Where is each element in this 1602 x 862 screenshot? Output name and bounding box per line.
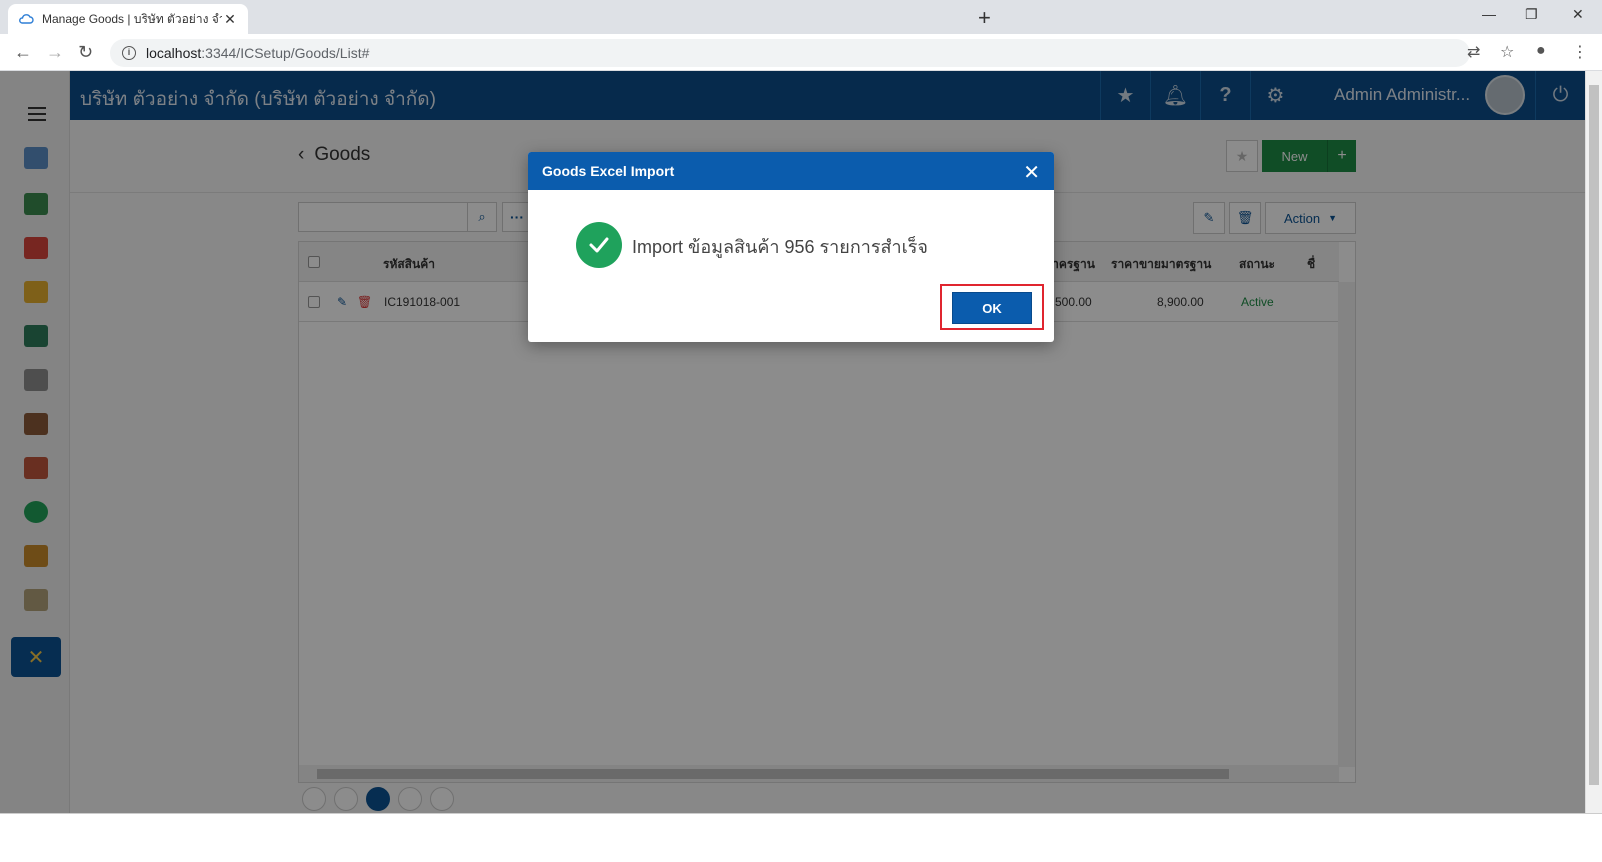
ok-button[interactable]: OK: [952, 292, 1032, 324]
minimize-button[interactable]: —: [1482, 6, 1496, 22]
info-icon[interactable]: i: [122, 46, 136, 60]
forward-arrow-icon[interactable]: →: [46, 42, 64, 63]
url-field[interactable]: i localhost:3344/ICSetup/Goods/List#: [110, 39, 1470, 67]
dialog-header: Goods Excel Import ✕: [528, 152, 1054, 190]
url-path: :3344/ICSetup/Goods/List#: [201, 45, 370, 61]
back-arrow-icon[interactable]: ←: [14, 42, 32, 63]
reload-icon[interactable]: ↻: [78, 42, 93, 63]
address-bar: ← → ↻ i localhost:3344/ICSetup/Goods/Lis…: [0, 34, 1602, 71]
success-check-icon: [576, 222, 622, 268]
profile-icon[interactable]: ●: [1536, 42, 1546, 60]
import-dialog: Goods Excel Import ✕ Import ข้อมูลสินค้า…: [528, 152, 1054, 342]
restore-button[interactable]: ❐: [1525, 6, 1538, 23]
page-vertical-scrollbar[interactable]: [1585, 71, 1602, 813]
dialog-message: Import ข้อมูลสินค้า 956 รายการสำเร็จ: [632, 237, 928, 257]
translate-icon[interactable]: ⇄: [1467, 42, 1480, 62]
tab-close-icon[interactable]: ✕: [222, 11, 238, 28]
tab-title: Manage Goods | บริษัท ตัวอย่าง จำกั: [42, 11, 222, 26]
url-host: localhost: [146, 45, 202, 61]
browser-tab[interactable]: Manage Goods | บริษัท ตัวอย่าง จำกั ✕: [8, 4, 248, 34]
new-tab-button[interactable]: +: [978, 5, 991, 31]
bookmark-star-icon[interactable]: ☆: [1500, 42, 1514, 62]
menu-dots-icon[interactable]: ⋮: [1572, 42, 1588, 62]
dialog-close-icon[interactable]: ✕: [1023, 160, 1040, 185]
bottom-area: [0, 813, 1602, 862]
window-close-button[interactable]: ✕: [1572, 6, 1584, 23]
cloud-icon: [19, 14, 34, 24]
dialog-title: Goods Excel Import: [542, 163, 675, 179]
browser-tab-bar: Manage Goods | บริษัท ตัวอย่าง จำกั ✕ + …: [0, 0, 1602, 34]
